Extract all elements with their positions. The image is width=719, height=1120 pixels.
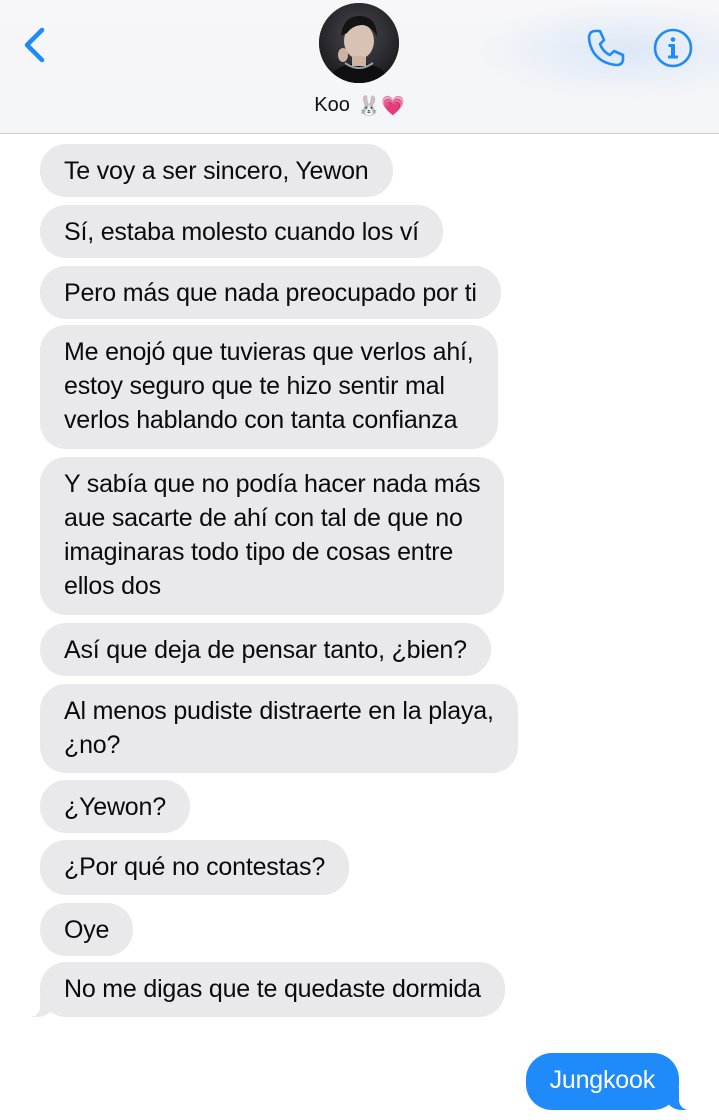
message-bubble[interactable]: Sí, estaba molesto cuando los ví	[40, 205, 443, 258]
avatar-photo	[319, 3, 399, 83]
phone-icon	[587, 29, 625, 67]
contact-name[interactable]: Koo 🐰💗	[0, 90, 719, 122]
call-button[interactable]	[584, 26, 628, 70]
contact-avatar[interactable]	[319, 3, 399, 83]
chevron-left-icon	[24, 27, 45, 63]
contact-name-text: Koo	[314, 94, 350, 116]
message-bubble[interactable]: Al menos pudiste distraerte en la playa,…	[40, 684, 518, 773]
message-bubble[interactable]: ¿Por qué no contestas?	[40, 840, 350, 895]
message-bubble[interactable]: Pero más que nada preocupado por ti	[40, 266, 501, 319]
message-bubble[interactable]: No me digas que te quedaste dormida	[28, 962, 505, 1017]
info-icon	[653, 28, 693, 68]
message-bubble[interactable]: Así que deja de pensar tanto, ¿bien?	[40, 623, 491, 676]
conversation-header: Koo 🐰💗	[0, 0, 719, 134]
outgoing-message-bubble[interactable]: Jungkook	[525, 1053, 692, 1110]
message-bubble[interactable]: Me enojó que tuvieras que verlos ahí, es…	[40, 325, 498, 449]
message-bubble[interactable]: Oye	[40, 903, 134, 956]
contact-emojis: 🐰💗	[357, 96, 405, 117]
message-bubble[interactable]: Te voy a ser sincero, Yewon	[40, 144, 393, 197]
back-button[interactable]	[18, 20, 58, 70]
info-button[interactable]	[652, 27, 694, 69]
message-bubble[interactable]: ¿Yewon?	[40, 780, 190, 833]
message-bubble[interactable]: Y sabía que no podía hacer nada más aue …	[40, 457, 505, 615]
